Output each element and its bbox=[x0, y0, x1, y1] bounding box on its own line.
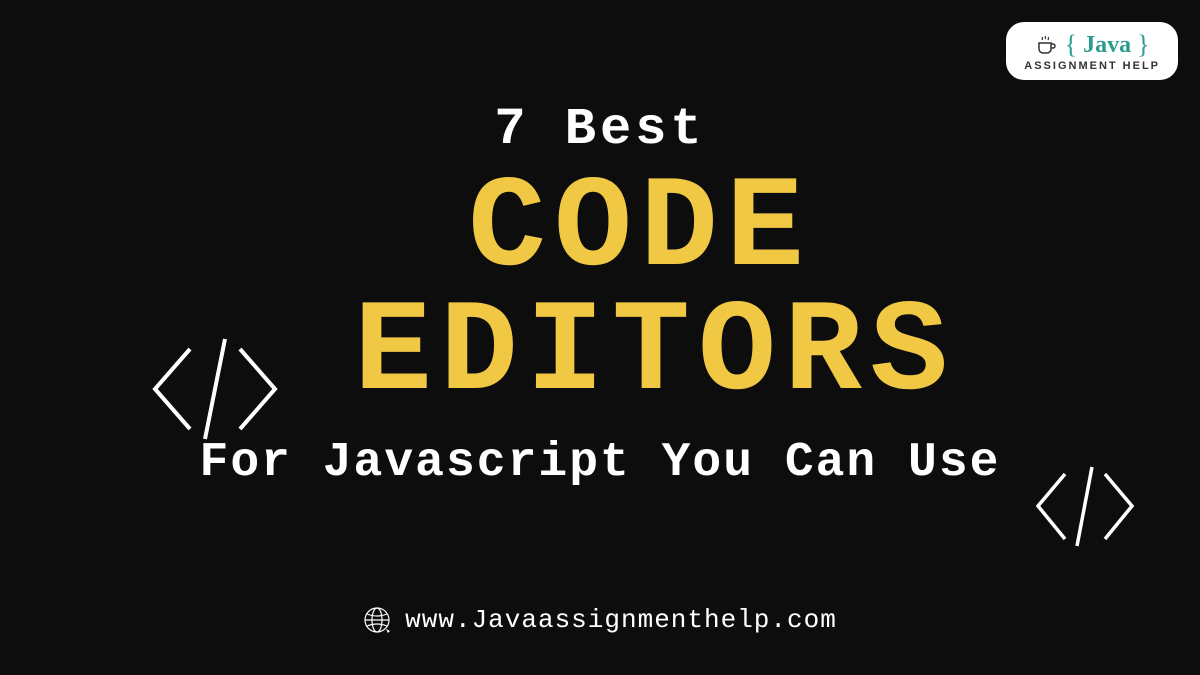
heading-word-editors: EDITORS bbox=[354, 293, 956, 417]
footer: www.Javaassignmenthelp.com bbox=[0, 605, 1200, 635]
main-content: 7 Best CODE EDITORS For Javascript You C… bbox=[0, 100, 1200, 490]
code-tag-icon bbox=[1030, 459, 1140, 559]
brace-close: } bbox=[1137, 30, 1149, 60]
heading-line3: For Javascript You Can Use bbox=[200, 436, 1001, 490]
heading-line1: 7 Best bbox=[494, 100, 705, 159]
logo-java-word: Java bbox=[1083, 32, 1131, 59]
footer-url: www.Javaassignmenthelp.com bbox=[405, 605, 837, 635]
brand-logo-badge: { Java } ASSIGNMENT HELP bbox=[1006, 22, 1178, 80]
logo-subtitle: ASSIGNMENT HELP bbox=[1024, 60, 1160, 72]
code-tag-icon bbox=[145, 329, 285, 454]
coffee-cup-icon bbox=[1035, 33, 1059, 57]
globe-icon bbox=[363, 606, 391, 634]
heading-word-code: CODE bbox=[468, 169, 812, 293]
code-editors-heading: CODE EDITORS bbox=[0, 169, 1200, 416]
brace-open: { bbox=[1065, 30, 1077, 60]
logo-top-row: { Java } bbox=[1035, 30, 1150, 60]
